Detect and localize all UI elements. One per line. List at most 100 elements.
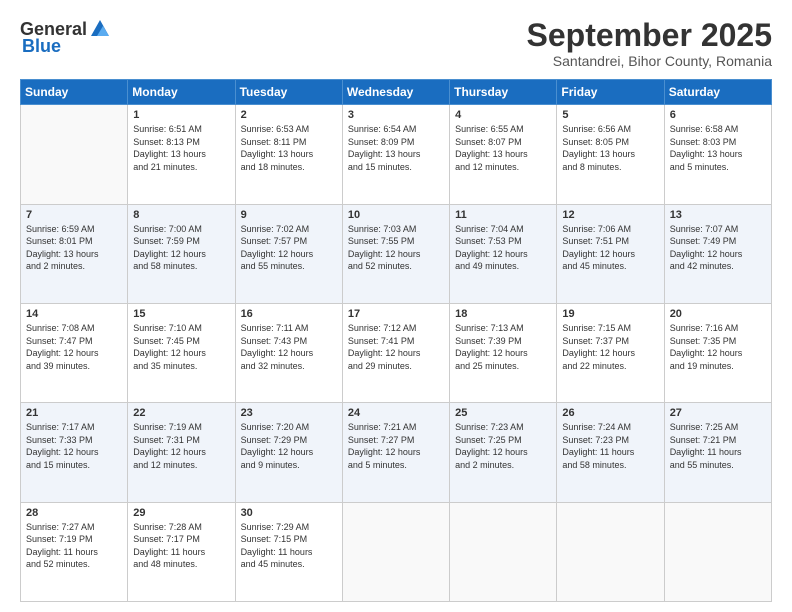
calendar-day-header: Tuesday (235, 80, 342, 105)
calendar-cell (21, 105, 128, 204)
day-info: Sunrise: 7:19 AM Sunset: 7:31 PM Dayligh… (133, 421, 229, 471)
day-info: Sunrise: 6:53 AM Sunset: 8:11 PM Dayligh… (241, 123, 337, 173)
day-info: Sunrise: 7:21 AM Sunset: 7:27 PM Dayligh… (348, 421, 444, 471)
day-number: 14 (26, 308, 122, 320)
day-info: Sunrise: 7:00 AM Sunset: 7:59 PM Dayligh… (133, 223, 229, 273)
day-info: Sunrise: 7:03 AM Sunset: 7:55 PM Dayligh… (348, 223, 444, 273)
day-number: 21 (26, 407, 122, 419)
calendar-week-row: 14Sunrise: 7:08 AM Sunset: 7:47 PM Dayli… (21, 303, 772, 402)
calendar-cell: 19 Sunrise: 7:15 AM Sunset: 7:37 PM Dayli… (557, 303, 664, 402)
day-number: 19 (562, 308, 658, 320)
calendar-day-header: Sunday (21, 80, 128, 105)
day-info: Sunrise: 7:15 AM Sunset: 7:37 PM Dayligh… (562, 322, 658, 372)
calendar-cell: 22Sunrise: 7:19 AM Sunset: 7:31 PM Dayli… (128, 403, 235, 502)
calendar-cell: 12 Sunrise: 7:06 AM Sunset: 7:51 PM Dayli… (557, 204, 664, 303)
day-info: Sunrise: 7:29 AM Sunset: 7:15 PM Dayligh… (241, 521, 337, 571)
calendar-header-row: SundayMondayTuesdayWednesdayThursdayFrid… (21, 80, 772, 105)
month-title: September 2025 (527, 18, 772, 53)
calendar-cell: 16Sunrise: 7:11 AM Sunset: 7:43 PM Dayli… (235, 303, 342, 402)
title-block: September 2025 Santandrei, Bihor County,… (527, 18, 772, 69)
calendar-week-row: 21 Sunrise: 7:17 AM Sunset: 7:33 PM Dayli… (21, 403, 772, 502)
calendar-cell: 25 Sunrise: 7:23 AM Sunset: 7:25 PM Dayli… (450, 403, 557, 502)
day-info: Sunrise: 7:13 AM Sunset: 7:39 PM Dayligh… (455, 322, 551, 372)
calendar-cell: 29Sunrise: 7:28 AM Sunset: 7:17 PM Dayli… (128, 502, 235, 601)
header: General Blue September 2025 Santandrei, … (20, 18, 772, 69)
day-info: Sunrise: 7:12 AM Sunset: 7:41 PM Dayligh… (348, 322, 444, 372)
calendar-day-header: Wednesday (342, 80, 449, 105)
day-number: 28 (26, 507, 122, 519)
day-number: 1 (133, 109, 229, 121)
day-number: 5 (562, 109, 658, 121)
logo-blue-text: Blue (20, 36, 61, 57)
day-info: Sunrise: 7:24 AM Sunset: 7:23 PM Dayligh… (562, 421, 658, 471)
day-info: Sunrise: 6:54 AM Sunset: 8:09 PM Dayligh… (348, 123, 444, 173)
calendar-cell: 13 Sunrise: 7:07 AM Sunset: 7:49 PM Dayli… (664, 204, 771, 303)
calendar-day-header: Friday (557, 80, 664, 105)
calendar-cell: 11 Sunrise: 7:04 AM Sunset: 7:53 PM Dayli… (450, 204, 557, 303)
calendar-cell: 28Sunrise: 7:27 AM Sunset: 7:19 PM Dayli… (21, 502, 128, 601)
day-number: 15 (133, 308, 229, 320)
day-info: Sunrise: 6:59 AM Sunset: 8:01 PM Dayligh… (26, 223, 122, 273)
day-number: 20 (670, 308, 766, 320)
logo-icon (89, 18, 111, 40)
day-info: Sunrise: 7:02 AM Sunset: 7:57 PM Dayligh… (241, 223, 337, 273)
calendar-cell: 24 Sunrise: 7:21 AM Sunset: 7:27 PM Dayli… (342, 403, 449, 502)
calendar-day-header: Saturday (664, 80, 771, 105)
day-info: Sunrise: 7:04 AM Sunset: 7:53 PM Dayligh… (455, 223, 551, 273)
calendar-cell: 23Sunrise: 7:20 AM Sunset: 7:29 PM Dayli… (235, 403, 342, 502)
day-number: 10 (348, 209, 444, 221)
calendar-cell: 5 Sunrise: 6:56 AM Sunset: 8:05 PM Daylig… (557, 105, 664, 204)
calendar-table: SundayMondayTuesdayWednesdayThursdayFrid… (20, 79, 772, 602)
day-info: Sunrise: 7:16 AM Sunset: 7:35 PM Dayligh… (670, 322, 766, 372)
calendar-cell (557, 502, 664, 601)
day-info: Sunrise: 6:51 AM Sunset: 8:13 PM Dayligh… (133, 123, 229, 173)
calendar-cell: 10 Sunrise: 7:03 AM Sunset: 7:55 PM Dayli… (342, 204, 449, 303)
day-info: Sunrise: 7:20 AM Sunset: 7:29 PM Dayligh… (241, 421, 337, 471)
calendar-day-header: Monday (128, 80, 235, 105)
page: General Blue September 2025 Santandrei, … (0, 0, 792, 612)
calendar-cell: 18 Sunrise: 7:13 AM Sunset: 7:39 PM Dayli… (450, 303, 557, 402)
calendar-cell: 26 Sunrise: 7:24 AM Sunset: 7:23 PM Dayli… (557, 403, 664, 502)
calendar-cell: 8 Sunrise: 7:00 AM Sunset: 7:59 PM Daylig… (128, 204, 235, 303)
calendar-cell: 7Sunrise: 6:59 AM Sunset: 8:01 PM Daylig… (21, 204, 128, 303)
day-info: Sunrise: 7:23 AM Sunset: 7:25 PM Dayligh… (455, 421, 551, 471)
day-number: 11 (455, 209, 551, 221)
calendar-week-row: 28Sunrise: 7:27 AM Sunset: 7:19 PM Dayli… (21, 502, 772, 601)
day-info: Sunrise: 6:56 AM Sunset: 8:05 PM Dayligh… (562, 123, 658, 173)
day-number: 6 (670, 109, 766, 121)
calendar-week-row: 1 Sunrise: 6:51 AM Sunset: 8:13 PM Daylig… (21, 105, 772, 204)
day-info: Sunrise: 6:55 AM Sunset: 8:07 PM Dayligh… (455, 123, 551, 173)
day-number: 27 (670, 407, 766, 419)
calendar-cell (664, 502, 771, 601)
location-subtitle: Santandrei, Bihor County, Romania (527, 53, 772, 69)
calendar-cell (342, 502, 449, 601)
day-number: 16 (241, 308, 337, 320)
day-number: 26 (562, 407, 658, 419)
day-number: 8 (133, 209, 229, 221)
day-info: Sunrise: 7:07 AM Sunset: 7:49 PM Dayligh… (670, 223, 766, 273)
calendar-cell: 15 Sunrise: 7:10 AM Sunset: 7:45 PM Dayli… (128, 303, 235, 402)
day-info: Sunrise: 7:25 AM Sunset: 7:21 PM Dayligh… (670, 421, 766, 471)
calendar-cell: 21 Sunrise: 7:17 AM Sunset: 7:33 PM Dayli… (21, 403, 128, 502)
calendar-cell: 3Sunrise: 6:54 AM Sunset: 8:09 PM Daylig… (342, 105, 449, 204)
day-info: Sunrise: 7:06 AM Sunset: 7:51 PM Dayligh… (562, 223, 658, 273)
day-number: 9 (241, 209, 337, 221)
calendar-cell: 1 Sunrise: 6:51 AM Sunset: 8:13 PM Daylig… (128, 105, 235, 204)
day-number: 12 (562, 209, 658, 221)
day-number: 29 (133, 507, 229, 519)
day-info: Sunrise: 6:58 AM Sunset: 8:03 PM Dayligh… (670, 123, 766, 173)
day-number: 13 (670, 209, 766, 221)
day-number: 25 (455, 407, 551, 419)
calendar-cell: 30Sunrise: 7:29 AM Sunset: 7:15 PM Dayli… (235, 502, 342, 601)
calendar-cell: 17Sunrise: 7:12 AM Sunset: 7:41 PM Dayli… (342, 303, 449, 402)
calendar-cell: 6 Sunrise: 6:58 AM Sunset: 8:03 PM Daylig… (664, 105, 771, 204)
day-info: Sunrise: 7:17 AM Sunset: 7:33 PM Dayligh… (26, 421, 122, 471)
calendar-cell: 27 Sunrise: 7:25 AM Sunset: 7:21 PM Dayli… (664, 403, 771, 502)
calendar-cell (450, 502, 557, 601)
day-info: Sunrise: 7:10 AM Sunset: 7:45 PM Dayligh… (133, 322, 229, 372)
day-number: 18 (455, 308, 551, 320)
day-number: 24 (348, 407, 444, 419)
calendar-cell: 14Sunrise: 7:08 AM Sunset: 7:47 PM Dayli… (21, 303, 128, 402)
calendar-week-row: 7Sunrise: 6:59 AM Sunset: 8:01 PM Daylig… (21, 204, 772, 303)
calendar-cell: 4Sunrise: 6:55 AM Sunset: 8:07 PM Daylig… (450, 105, 557, 204)
